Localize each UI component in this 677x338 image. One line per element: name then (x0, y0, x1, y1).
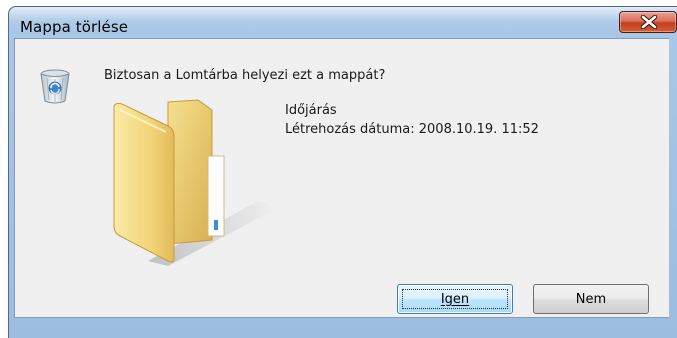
no-button[interactable]: Nem (533, 284, 649, 314)
creation-date-label: Létrehozás dátuma: (285, 122, 415, 137)
yes-button[interactable]: Igen (397, 284, 513, 314)
confirm-question: Biztosan a Lomtárba helyezi ezt a mappát… (104, 68, 386, 83)
no-button-label: Nem (575, 291, 607, 307)
creation-date: Létrehozás dátuma: 2008.10.19. 11:52 (285, 122, 539, 137)
creation-date-value: 2008.10.19. 11:52 (418, 122, 539, 137)
folder-name: Időjárás (285, 103, 337, 118)
window-title: Mappa törlése (20, 18, 129, 36)
yes-button-label: Igen (440, 291, 470, 307)
recycle-bin-icon (40, 69, 70, 104)
folder-icon (113, 99, 278, 266)
close-icon (640, 15, 658, 29)
close-button[interactable] (619, 11, 677, 33)
